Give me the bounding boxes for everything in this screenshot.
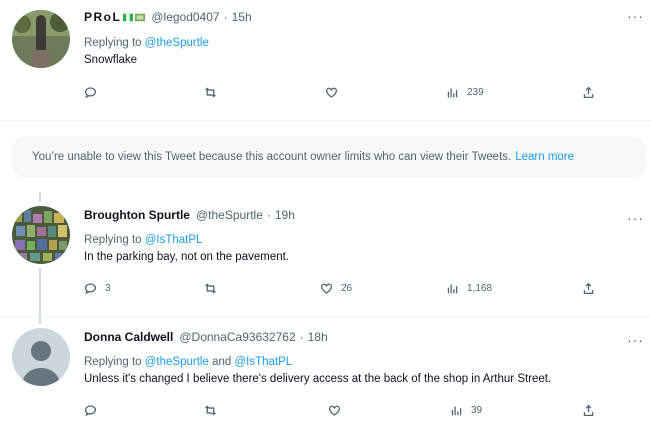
views-count: 239: [467, 87, 484, 98]
retweet-icon: [205, 405, 216, 416]
views-button[interactable]: 239: [446, 86, 484, 99]
reply-button[interactable]: 3: [84, 282, 111, 295]
tweet-header: Broughton Spurtle @theSpurtle · 19h: [84, 208, 295, 222]
display-name[interactable]: Broughton Spurtle: [84, 208, 190, 222]
like-icon: [328, 405, 341, 416]
tweet-text: Snowflake: [84, 54, 138, 66]
reply-icon: [84, 405, 97, 417]
replying-label: Replying to: [84, 234, 142, 246]
dot-separator: ·: [223, 10, 228, 24]
views-icon: [447, 88, 458, 98]
display-name[interactable]: PRoL: [84, 10, 121, 24]
tweet-header: Donna Caldwell @DonnaCa93632762 · 18h: [84, 330, 328, 344]
like-count: 26: [341, 283, 353, 294]
share-icon: [583, 282, 594, 295]
handle[interactable]: @DonnaCa93632762: [179, 330, 295, 344]
more-icon[interactable]: ···: [627, 210, 644, 226]
replying-to: Replying to @theSpurtle and @IsThatPL: [84, 356, 292, 368]
share-icon: [583, 404, 594, 417]
reply-count: 3: [105, 283, 111, 294]
more-icon[interactable]: ···: [627, 332, 644, 348]
like-button[interactable]: [328, 404, 349, 417]
views-icon: [451, 406, 462, 416]
share-button[interactable]: [582, 404, 595, 417]
share-icon: [583, 86, 594, 99]
tweet-actions: 39: [84, 404, 604, 422]
handle[interactable]: @theSpurtle: [196, 208, 263, 222]
reply-button[interactable]: [84, 404, 105, 417]
flag-icon: [123, 13, 134, 21]
dot-separator: ·: [266, 208, 271, 222]
retweet-button[interactable]: [204, 282, 225, 295]
like-button[interactable]: [325, 86, 346, 99]
retweet-icon: [205, 87, 216, 98]
display-name[interactable]: Donna Caldwell: [84, 330, 173, 344]
like-icon: [320, 283, 333, 294]
tweet-header: PRoL @legod0407 · 15h: [84, 10, 252, 24]
share-button[interactable]: [582, 86, 595, 99]
replying-to: Replying to @IsThatPL: [84, 234, 202, 246]
retweet-icon: [205, 283, 216, 294]
views-button[interactable]: 1,168: [446, 282, 492, 295]
reply-button[interactable]: [84, 86, 105, 99]
views-count: 1,168: [467, 283, 493, 294]
replying-join: and: [212, 356, 232, 368]
tweet-actions: 239: [84, 86, 604, 104]
share-button[interactable]: [582, 282, 595, 295]
replying-label: Replying to: [84, 37, 142, 49]
learn-more-link[interactable]: Learn more: [515, 151, 574, 163]
views-button[interactable]: 39: [450, 404, 482, 417]
retweet-button[interactable]: [204, 404, 225, 417]
divider: [0, 316, 650, 317]
mention-link[interactable]: @theSpurtle: [145, 356, 209, 368]
handle[interactable]: @legod0407: [151, 10, 219, 24]
tweet-actions: 3 26 1,168: [84, 282, 604, 300]
thread-line: [39, 192, 41, 202]
avatar[interactable]: [12, 328, 70, 386]
notice-text: You’re unable to view this Tweet because…: [32, 151, 512, 163]
mention-link[interactable]: @IsThatPL: [145, 234, 203, 246]
restricted-tweet-notice: You’re unable to view this Tweet because…: [12, 136, 646, 178]
like-button[interactable]: 26: [320, 282, 352, 295]
divider: [0, 120, 650, 121]
flag-icon: [135, 13, 146, 21]
replying-label: Replying to: [84, 356, 142, 368]
mention-link[interactable]: @theSpurtle: [145, 37, 209, 49]
timestamp[interactable]: 19h: [275, 208, 295, 222]
avatar[interactable]: [12, 206, 70, 264]
more-icon[interactable]: ···: [627, 8, 644, 24]
tweet-text: Unless it's changed I believe there's de…: [84, 373, 552, 385]
mention-link[interactable]: @IsThatPL: [234, 356, 292, 368]
dot-separator: ·: [299, 330, 304, 344]
tweet-text: In the parking bay, not on the pavement.: [84, 251, 290, 263]
replying-to: Replying to @theSpurtle: [84, 37, 209, 49]
like-icon: [325, 87, 338, 98]
reply-icon: [84, 283, 97, 295]
timestamp[interactable]: 15h: [232, 10, 252, 24]
timestamp[interactable]: 18h: [308, 330, 328, 344]
views-count: 39: [471, 405, 483, 416]
views-icon: [447, 284, 458, 294]
reply-icon: [84, 87, 97, 99]
avatar[interactable]: [12, 10, 70, 68]
retweet-button[interactable]: [204, 86, 225, 99]
